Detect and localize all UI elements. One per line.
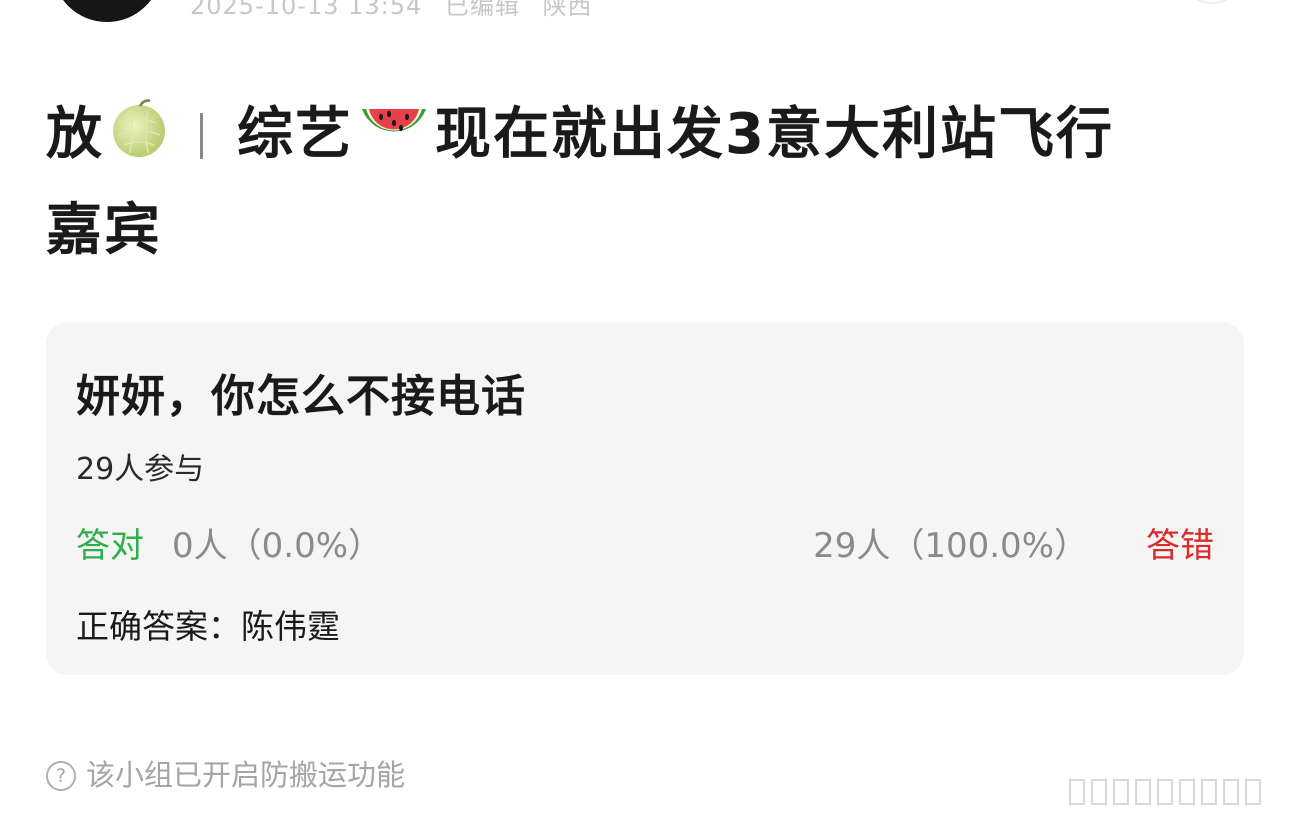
more-button[interactable]	[1180, 0, 1244, 4]
title-part-1: 放	[46, 102, 104, 167]
wrong-count: 29人（100.0%）	[813, 526, 1088, 566]
post-date: 2025-10-13 13:54	[190, 0, 423, 20]
title-part-3: 现在就出发3意大利站飞行	[435, 102, 1114, 167]
quiz-card[interactable]: 妍妍，你怎么不接电话 29人参与 答对 0人（0.0%） 29人（100.0%）…	[46, 322, 1244, 675]
title-part-2: 综艺	[237, 102, 353, 167]
participant-count: 29人参与	[76, 452, 205, 487]
correct-label: 答对	[76, 526, 144, 566]
title-line-2: 嘉宾	[46, 198, 162, 263]
melon-icon	[110, 96, 168, 186]
post-meta: 2025-10-13 13:54 已编辑 陕西	[190, 0, 607, 21]
post-location: 陕西	[542, 0, 593, 20]
wrong-label: 答错	[1146, 526, 1214, 566]
correct-answer: 正确答案：陈伟霆	[76, 607, 340, 646]
title-divider	[200, 113, 203, 159]
avatar[interactable]	[52, 0, 162, 22]
watermelon-icon	[359, 96, 429, 186]
edited-tag: 已编辑	[444, 0, 520, 20]
notice-text: 该小组已开启防搬运功能	[86, 758, 406, 792]
anti-repost-notice: ? 该小组已开启防搬运功能	[46, 752, 405, 792]
quiz-result-row: 答对 0人（0.0%） 29人（100.0%） 答错	[76, 518, 1214, 566]
question-icon[interactable]: ?	[46, 761, 76, 791]
quiz-question: 妍妍，你怎么不接电话	[76, 371, 526, 422]
post-title: 放 综艺 现在就出发3意大利站飞行 嘉宾	[46, 90, 1246, 276]
watermark-logo	[1066, 776, 1278, 812]
correct-count: 0人（0.0%）	[172, 526, 383, 566]
